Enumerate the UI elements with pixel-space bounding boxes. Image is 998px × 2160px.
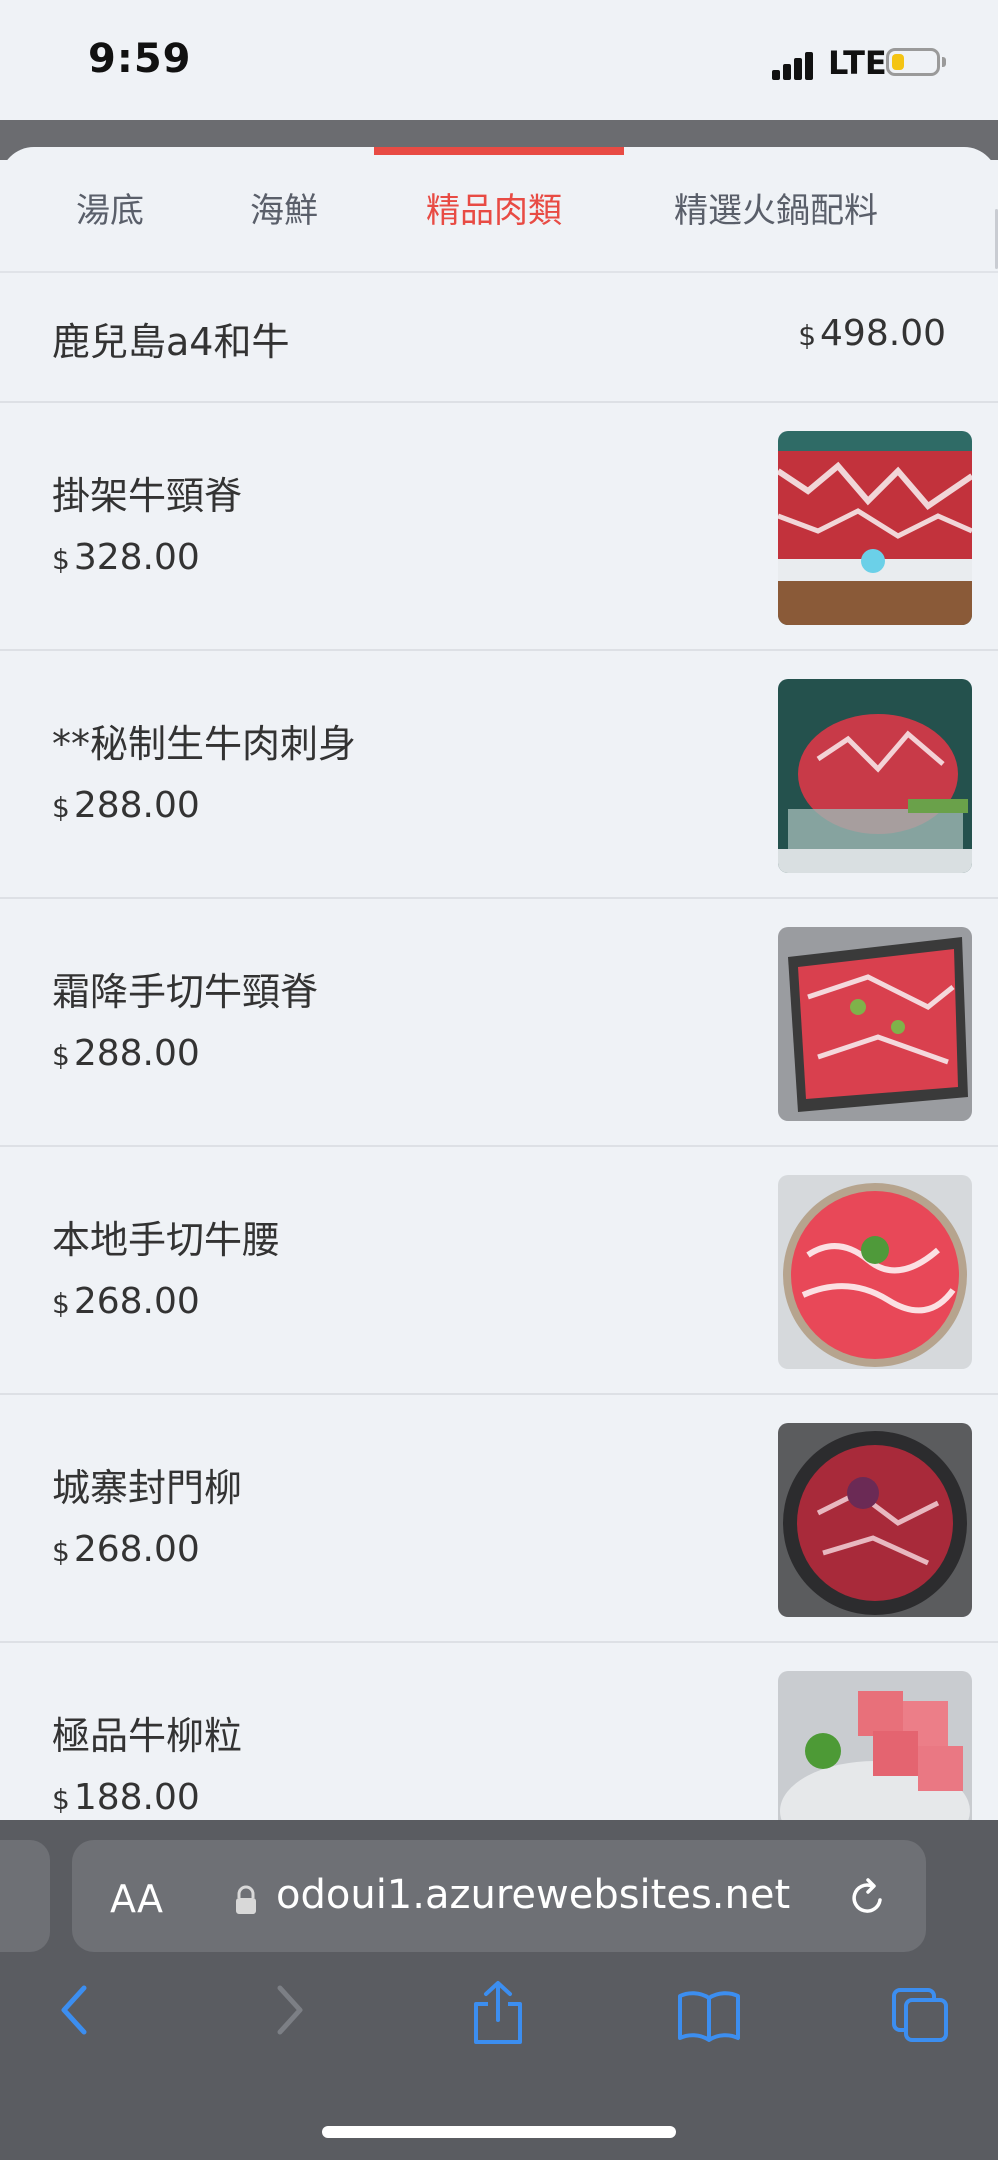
item-name: 霜降手切牛頸脊 — [52, 970, 319, 1014]
item-price: $268.00 — [52, 1281, 200, 1322]
item-price: $288.00 — [52, 1033, 200, 1074]
item-price: $328.00 — [52, 537, 200, 578]
item-photo — [778, 1423, 972, 1617]
menu-item[interactable]: 霜降手切牛頸脊 $288.00 — [0, 899, 998, 1147]
item-name: 極品牛柳粒 — [52, 1714, 243, 1758]
book-icon[interactable] — [676, 1988, 742, 2046]
lock-icon — [234, 1885, 258, 1919]
item-photo — [778, 1175, 972, 1369]
item-name: 本地手切牛腰 — [52, 1218, 281, 1262]
reload-icon[interactable] — [846, 1876, 890, 1924]
tab-soup-base[interactable]: 湯底 — [76, 183, 144, 232]
item-name: **秘制生牛肉刺身 — [52, 722, 357, 766]
tab-premium-meat[interactable]: 精品肉類 — [426, 183, 562, 232]
menu-item[interactable]: **秘制生牛肉刺身 $288.00 — [0, 651, 998, 899]
tab-hotpot-extras[interactable]: 精選火鍋配料 — [674, 183, 878, 232]
status-time: 9:59 — [88, 36, 192, 82]
menu-item[interactable]: 城寨封門柳 $268.00 — [0, 1395, 998, 1643]
item-price: $268.00 — [52, 1529, 200, 1570]
home-indicator — [322, 2126, 676, 2138]
item-photo — [778, 1671, 972, 1827]
text-size-button[interactable]: AA — [110, 1877, 163, 1921]
signal-icon — [772, 50, 816, 80]
item-price: $498.00 — [798, 313, 946, 354]
chevron-right-icon[interactable] — [270, 1980, 310, 2044]
network-type: LTE — [828, 44, 887, 82]
status-bar: 9:59 LTE — [0, 0, 998, 120]
url-text[interactable]: odoui1.azurewebsites.net — [276, 1872, 790, 1918]
item-photo — [778, 927, 972, 1121]
previous-tab-preview[interactable] — [0, 1840, 50, 1952]
menu-sheet: 湯底 海鮮 精品肉類 精選火鍋配料 鹿兒島a4和牛 $498.00 掛架牛頸脊 … — [0, 147, 998, 1827]
menu-item[interactable]: 掛架牛頸脊 $328.00 — [0, 403, 998, 651]
menu-item[interactable]: 極品牛柳粒 $188.00 — [0, 1643, 998, 1827]
item-name: 鹿兒島a4和牛 — [52, 320, 290, 364]
item-name: 掛架牛頸脊 — [52, 474, 243, 518]
category-tabs: 湯底 海鮮 精品肉類 精選火鍋配料 — [0, 147, 998, 273]
item-price: $288.00 — [52, 785, 200, 826]
share-icon[interactable] — [470, 1980, 526, 2050]
item-photo — [778, 679, 972, 873]
tab-seafood[interactable]: 海鮮 — [250, 183, 318, 232]
item-price: $188.00 — [52, 1777, 200, 1818]
menu-item[interactable]: 本地手切牛腰 $268.00 — [0, 1147, 998, 1395]
menu-item[interactable]: 鹿兒島a4和牛 $498.00 — [0, 271, 998, 403]
active-tab-indicator — [374, 147, 624, 155]
battery-icon — [886, 48, 946, 76]
chevron-left-icon[interactable] — [54, 1980, 94, 2044]
item-name: 城寨封門柳 — [52, 1466, 243, 1510]
item-photo — [778, 431, 972, 625]
tabs-icon[interactable] — [890, 1986, 950, 2048]
